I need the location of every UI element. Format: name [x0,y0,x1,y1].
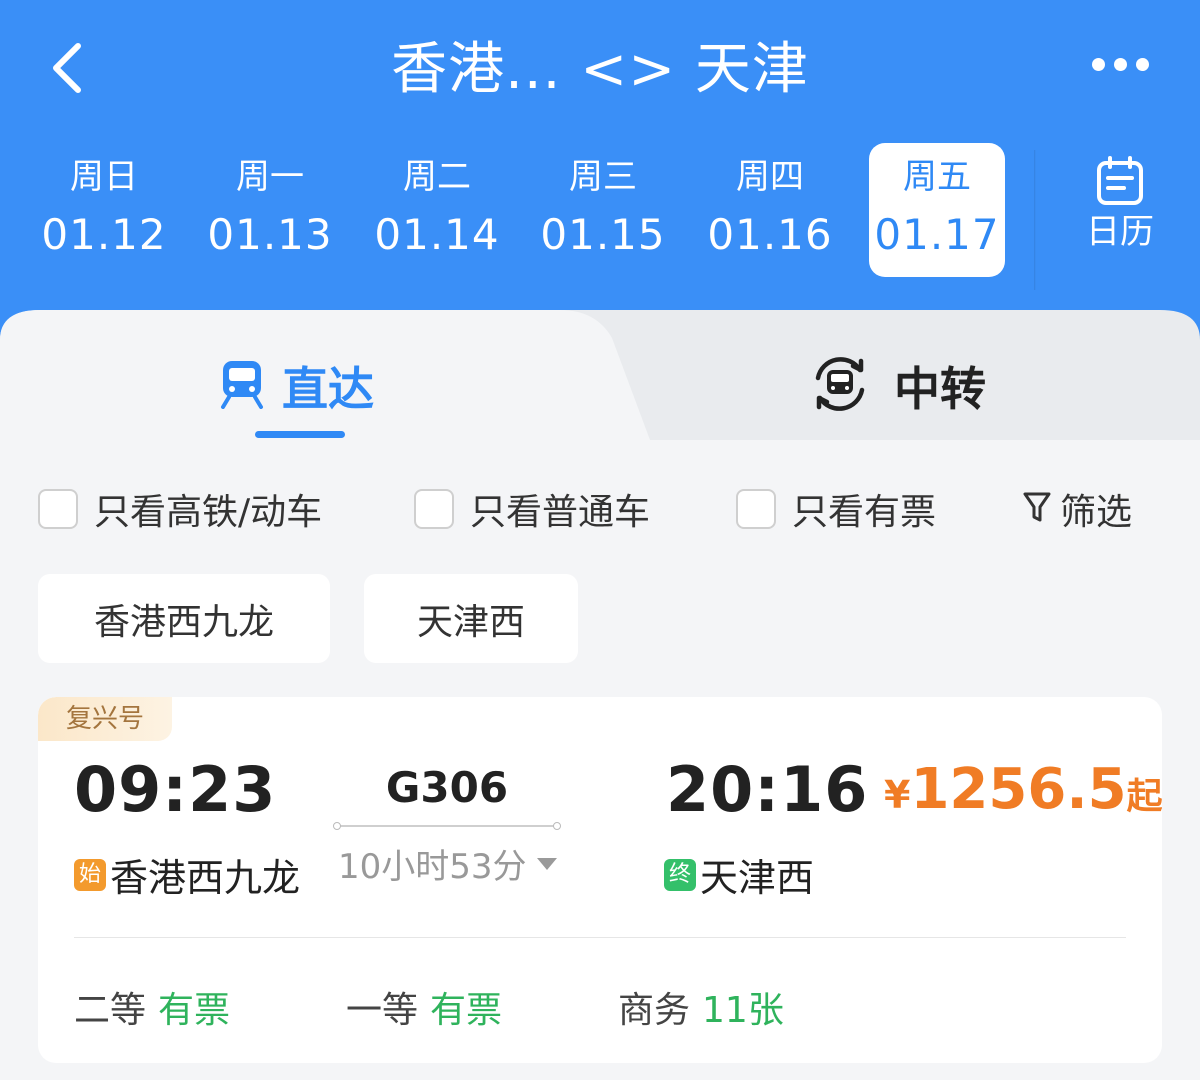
filter-funnel-icon [1022,490,1052,528]
price-currency: ¥ [884,773,911,817]
date-item-0113[interactable]: 周一 01.13 [202,143,338,277]
filter-label: 只看普通车 [470,492,651,533]
destination-station-chip[interactable]: 天津西 [364,574,578,663]
date-monthday: 01.17 [874,210,1000,259]
date-weekday: 周二 [403,157,471,197]
tab-bar-background [0,310,1200,440]
duration-text: 10小时53分 [338,847,527,887]
start-tag: 始 [74,858,106,891]
duration-line [333,822,561,830]
active-tab-indicator [255,431,345,438]
checkbox[interactable] [414,489,454,529]
date-monthday: 01.16 [707,210,833,259]
arrival-station: 终 天津西 [664,847,814,902]
transfer-icon [808,352,872,420]
tab-transfer-label: 中转 [894,362,986,416]
price-suffix: 起 [1126,776,1162,817]
date-monthday: 01.14 [374,210,500,259]
date-weekday: 周四 [736,157,804,197]
date-item-0117-selected[interactable]: 周五 01.17 [869,143,1005,277]
seat-availability: 11张 [702,990,784,1031]
train-number: G306 [385,763,509,812]
checkbox[interactable] [736,489,776,529]
date-item-0112[interactable]: 周日 01.12 [36,143,172,277]
departure-station: 始 香港西九龙 [74,847,300,902]
seat-class: 二等 [74,990,147,1031]
page-title: 香港... <> 天津 [391,37,809,102]
calendar-label: 日历 [1086,212,1154,252]
arrival-time: 20:16 [666,753,869,826]
filter-button[interactable]: 筛选 [1022,486,1133,533]
card-divider [74,937,1126,938]
date-item-0114[interactable]: 周二 01.14 [369,143,505,277]
tab-direct-label: 直达 [282,362,374,416]
origin-station-chip[interactable]: 香港西九龙 [38,574,330,663]
seat-class: 商务 [618,990,691,1031]
date-strip: 周日 01.12 周一 01.13 周二 01.14 周三 01.15 周四 0… [20,143,1030,279]
seat-business-class: 商务 11张 [618,981,784,1033]
seat-availability: 有票 [430,990,503,1031]
filter-high-speed-only[interactable]: 只看高铁/动车 [38,486,323,533]
date-weekday: 周日 [70,157,138,197]
calendar-button[interactable]: 日历 [1068,155,1172,265]
checkbox[interactable] [38,489,78,529]
tab-transfer[interactable]: 中转 [808,354,986,418]
date-item-0115[interactable]: 周三 01.15 [535,143,671,277]
date-monthday: 01.12 [41,210,167,259]
arrival-station-name: 天津西 [700,856,815,900]
more-dots-icon[interactable] [1084,50,1164,80]
date-weekday: 周五 [903,157,971,197]
filter-normal-only[interactable]: 只看普通车 [414,486,651,533]
departure-station-name: 香港西九龙 [110,856,301,900]
back-arrow-icon[interactable] [44,40,94,96]
duration-toggle[interactable]: 10小时53分 [338,839,557,888]
seat-availability: 有票 [158,990,231,1031]
header: 香港... <> 天津 周日 01.12 周一 01.13 周二 01.14 周… [0,0,1200,360]
end-tag: 终 [664,858,696,891]
caret-down-icon [536,857,557,870]
train-type-badge: 复兴号 [38,697,172,741]
tab-direct[interactable]: 直达 [220,356,374,416]
filter-label: 只看高铁/动车 [94,492,323,533]
date-monthday: 01.15 [540,210,666,259]
date-item-0116[interactable]: 周四 01.16 [702,143,838,277]
seat-first-class: 一等 有票 [346,981,502,1033]
calendar-divider [1034,150,1036,290]
departure-time: 09:23 [74,753,277,826]
train-card[interactable]: 复兴号 09:23 始 香港西九龙 G306 10小时53分 20:16 终 天… [38,697,1162,1063]
date-weekday: 周一 [236,157,304,197]
price: ¥ 1256.5 起 [884,757,1162,822]
filter-button-label: 筛选 [1060,492,1133,533]
date-weekday: 周三 [569,157,637,197]
seat-class: 一等 [346,990,419,1031]
filter-available-only[interactable]: 只看有票 [736,486,937,533]
seat-second-class: 二等 有票 [74,981,230,1033]
calendar-icon [1068,155,1172,207]
train-icon [220,359,264,413]
filter-label: 只看有票 [792,492,937,533]
date-monthday: 01.13 [207,210,333,259]
price-amount: 1256.5 [910,757,1127,822]
